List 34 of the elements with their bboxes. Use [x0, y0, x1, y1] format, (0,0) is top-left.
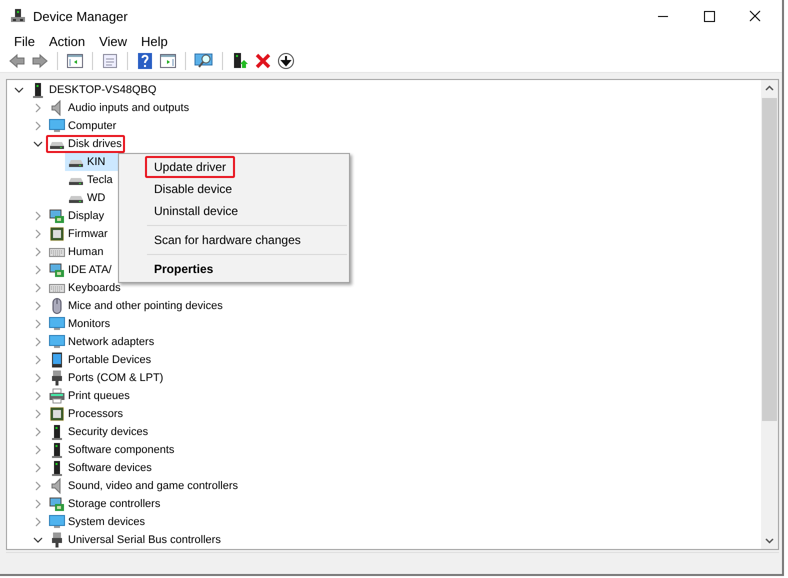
tree-item[interactable]: Ports (COM & LPT): [46, 368, 166, 387]
tree-item[interactable]: Tecla: [65, 170, 116, 189]
menu-item[interactable]: Properties: [145, 258, 222, 280]
tree-item[interactable]: WD: [65, 188, 108, 207]
tree-item[interactable]: Firmwar: [46, 224, 111, 243]
menu-item[interactable]: View: [92, 34, 134, 49]
tree-item[interactable]: Universal Serial Bus controllers: [46, 530, 224, 549]
tree-item[interactable]: Monitors: [46, 314, 114, 333]
tree-item[interactable]: IDE ATA/: [46, 260, 115, 279]
menu-item[interactable]: File: [7, 34, 42, 49]
menu-item[interactable]: Help: [134, 34, 175, 49]
tree-item[interactable]: Processors: [46, 404, 126, 423]
menu-item[interactable]: Disable device: [145, 178, 242, 200]
tree-item[interactable]: Computer: [46, 116, 120, 135]
tree-item[interactable]: Print queues: [46, 386, 133, 405]
tree-item[interactable]: Audio inputs and outputs: [46, 98, 192, 117]
tree-item[interactable]: Keyboards: [46, 278, 124, 297]
tree-item[interactable]: System devices: [46, 512, 148, 531]
menu-item[interactable]: Action: [42, 34, 92, 49]
tree-item[interactable]: Human: [46, 242, 106, 261]
menu-item[interactable]: Update driver: [145, 156, 236, 178]
window-title: Device Manager: [33, 8, 128, 24]
tree-item[interactable]: Security devices: [46, 422, 152, 441]
menu-item[interactable]: Scan for hardware changes: [145, 228, 310, 251]
tree-item[interactable]: Display: [46, 206, 108, 225]
tree-item[interactable]: Network adapters: [46, 332, 158, 351]
tree-item[interactable]: Portable Devices: [46, 350, 154, 369]
tree-item[interactable]: DESKTOP-VS48QBQ: [27, 80, 160, 99]
tree-item[interactable]: Sound, video and game controllers: [46, 476, 241, 495]
tree-item[interactable]: Mice and other pointing devices: [46, 296, 226, 315]
tree-item[interactable]: Software devices: [46, 458, 155, 477]
menu-item[interactable]: Uninstall device: [145, 200, 248, 222]
tree-item[interactable]: Storage controllers: [46, 494, 164, 513]
tree-item[interactable]: Software components: [46, 440, 178, 459]
